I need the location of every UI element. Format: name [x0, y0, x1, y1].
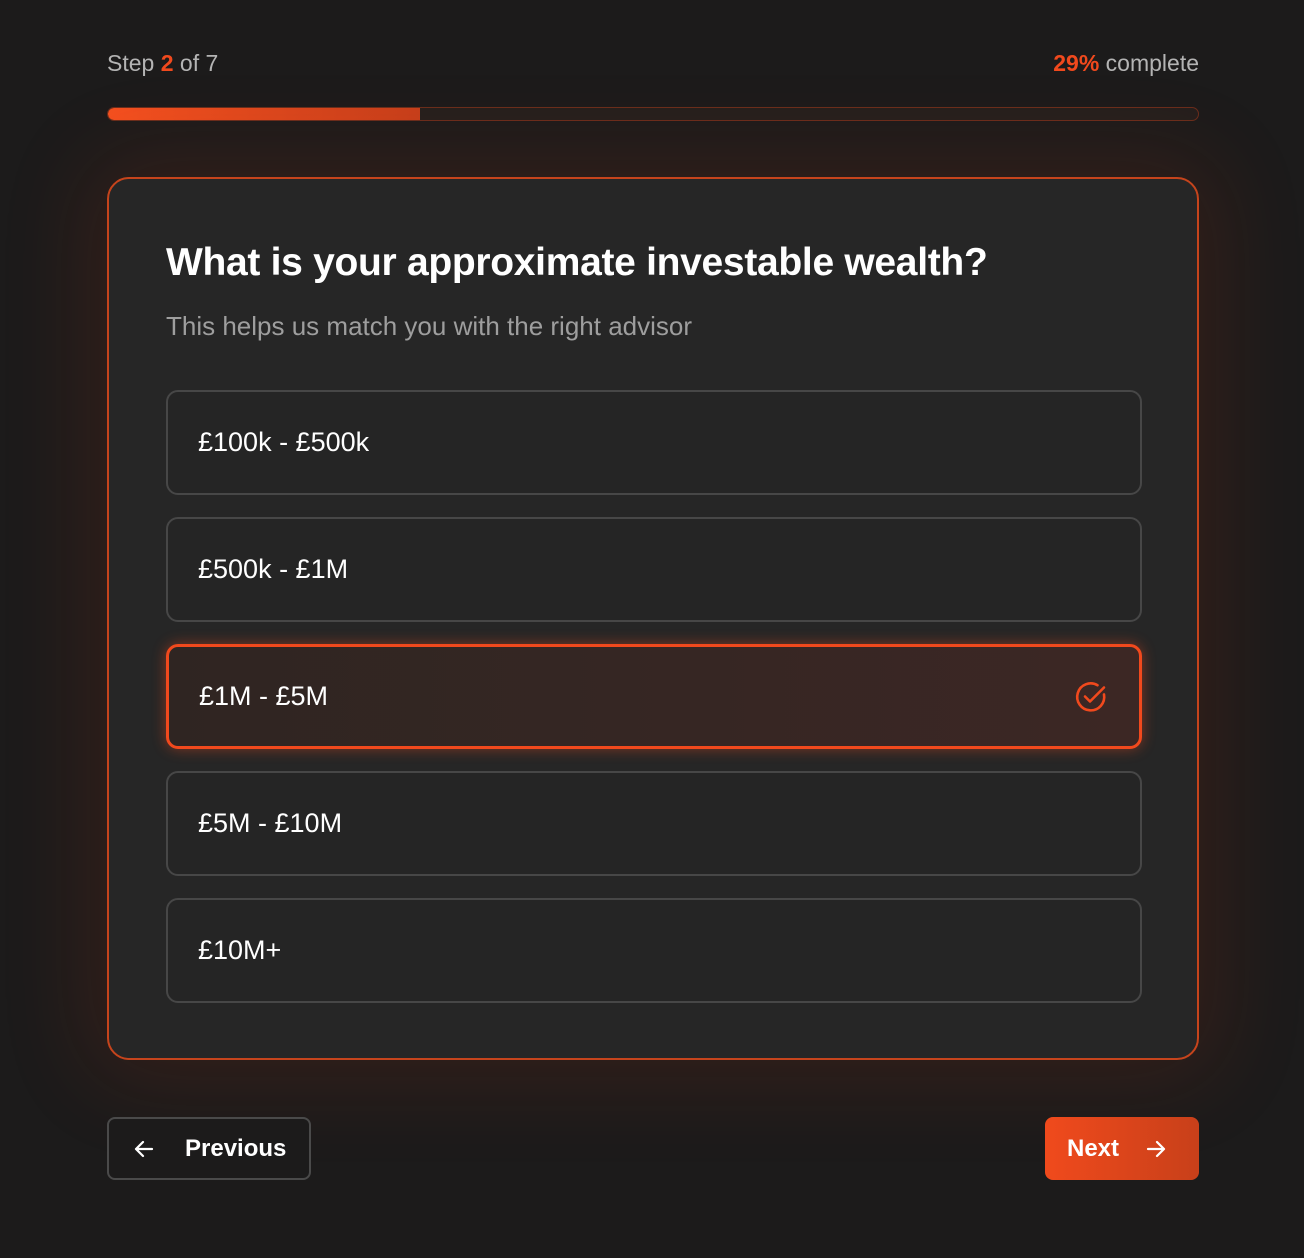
total-steps: 7	[205, 49, 219, 76]
percent-suffix: complete	[1105, 49, 1199, 76]
option-label: £1M - £5M	[199, 681, 329, 711]
progress-bar	[107, 107, 1199, 121]
step-separator: of	[179, 49, 200, 76]
next-button[interactable]: Next	[1045, 1117, 1199, 1180]
progress-header: Step 2 of 7 29% complete	[107, 48, 1199, 78]
arrow-right-icon	[1145, 1138, 1167, 1160]
arrow-left-icon	[133, 1138, 155, 1160]
option-5m-10m[interactable]: £5M - £10M	[166, 771, 1142, 876]
question-title: What is your approximate investable weal…	[166, 241, 988, 284]
question-subtitle: This helps us match you with the right a…	[166, 311, 693, 341]
next-label: Next	[1067, 1134, 1120, 1162]
percent-complete: 29% complete	[1053, 50, 1199, 77]
step-indicator: Step 2 of 7	[107, 50, 218, 77]
percent-value: 29%	[1053, 49, 1100, 76]
option-label: £10M+	[198, 935, 282, 965]
previous-label: Previous	[185, 1134, 287, 1162]
option-100k-500k[interactable]: £100k - £500k	[166, 390, 1142, 495]
current-step: 2	[160, 49, 174, 76]
progress-bar-fill	[108, 108, 420, 120]
option-label: £100k - £500k	[198, 427, 370, 457]
option-label: £5M - £10M	[198, 808, 343, 838]
options-list: £100k - £500k £500k - £1M £1M - £5M £5M …	[166, 390, 1142, 1025]
previous-button[interactable]: Previous	[107, 1117, 311, 1180]
question-card: What is your approximate investable weal…	[107, 177, 1199, 1060]
option-label: £500k - £1M	[198, 554, 349, 584]
option-10m-plus[interactable]: £10M+	[166, 898, 1142, 1003]
check-circle-icon	[1073, 679, 1109, 715]
option-1m-5m[interactable]: £1M - £5M	[166, 644, 1142, 749]
step-prefix: Step	[107, 49, 155, 76]
option-500k-1m[interactable]: £500k - £1M	[166, 517, 1142, 622]
